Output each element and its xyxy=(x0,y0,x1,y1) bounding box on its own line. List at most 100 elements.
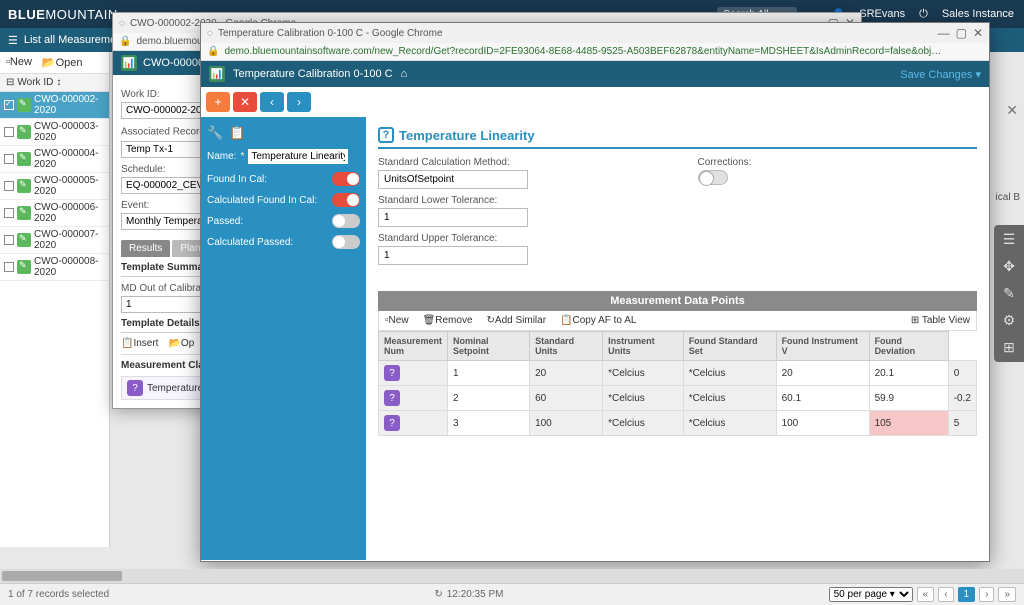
prev-page-button[interactable]: ‹ xyxy=(938,587,953,602)
close-icon[interactable]: ✕ xyxy=(973,26,983,40)
found-label: Found In Cal: xyxy=(207,174,332,185)
last-page-button[interactable]: » xyxy=(998,587,1016,602)
workid-header[interactable]: Work ID xyxy=(17,77,53,88)
col-su[interactable]: Standard Units xyxy=(530,332,603,361)
question-icon[interactable]: ? xyxy=(384,365,400,381)
question-icon[interactable]: ? xyxy=(384,390,400,406)
next-page-button[interactable]: › xyxy=(979,587,994,602)
table-row[interactable]: ? 3 100 *Celcius *Celcius 100 105 5 xyxy=(379,411,977,436)
dp-similar-button[interactable]: ↻Add Similar xyxy=(487,315,547,326)
corrections-toggle[interactable] xyxy=(698,170,728,185)
dp-tableview-button[interactable]: ⊞ Table View xyxy=(911,315,970,326)
col-iu[interactable]: Instrument Units xyxy=(603,332,684,361)
insert-button[interactable]: 📋Insert xyxy=(121,338,158,349)
checkbox[interactable] xyxy=(4,235,14,245)
work-item[interactable]: CWO-000005-2020 xyxy=(0,173,109,200)
horizontal-scrollbar[interactable] xyxy=(0,569,1024,583)
instance-name[interactable]: Sales Instance xyxy=(942,8,1014,20)
col-nom[interactable]: Nominal Setpoint xyxy=(448,332,530,361)
std-method-label: Standard Calculation Method: xyxy=(378,157,658,168)
md-field[interactable] xyxy=(121,296,206,313)
name-input[interactable] xyxy=(248,149,348,164)
col-num[interactable]: Measurement Num xyxy=(379,332,448,361)
app-icon: 📊 xyxy=(209,66,225,82)
url-text: demo.bluemountainsoftware.com/new_Record… xyxy=(224,46,944,57)
add-button[interactable]: + xyxy=(206,92,230,112)
passed-label: Passed: xyxy=(207,216,332,227)
prev-button[interactable]: ‹ xyxy=(260,92,284,112)
lower-label: Standard Lower Tolerance: xyxy=(378,195,658,206)
edit-icon xyxy=(17,179,31,193)
calc-passed-toggle[interactable] xyxy=(332,235,360,249)
assoc-field[interactable] xyxy=(121,141,206,158)
temperature-item[interactable]: ? Temperature xyxy=(121,376,211,400)
grid-icon[interactable]: ⊞ xyxy=(1003,339,1015,356)
event-field[interactable] xyxy=(121,213,206,230)
checkbox[interactable] xyxy=(4,181,14,191)
settings-icon[interactable]: ⚙ xyxy=(1003,312,1016,329)
refresh-icon[interactable]: ↻ xyxy=(434,589,442,600)
dp-copy-button[interactable]: 📋Copy AF to AL xyxy=(560,315,636,326)
dp-remove-button[interactable]: 🗑Remove xyxy=(423,315,473,326)
schedule-field[interactable] xyxy=(121,177,206,194)
page-number[interactable]: 1 xyxy=(958,587,976,602)
table-row[interactable]: ? 1 20 *Celcius *Celcius 20 20.1 0 xyxy=(379,361,977,386)
checkbox[interactable] xyxy=(4,262,14,272)
work-item[interactable]: CWO-000003-2020 xyxy=(0,119,109,146)
new-button[interactable]: ▫New xyxy=(6,56,32,69)
open-button[interactable]: 📂Open xyxy=(42,56,83,69)
workid-field[interactable] xyxy=(121,102,206,119)
delete-button[interactable]: ✕ xyxy=(233,92,257,112)
open-button2[interactable]: 📂Op xyxy=(168,338,194,349)
app-icon: 📊 xyxy=(121,55,137,71)
question-icon[interactable]: ? xyxy=(384,415,400,431)
edit-icon xyxy=(17,152,31,166)
name-label: Name: xyxy=(207,151,236,162)
work-item[interactable]: CWO-000006-2020 xyxy=(0,200,109,227)
found-toggle[interactable] xyxy=(332,172,360,186)
work-item[interactable]: CWO-000002-2020 xyxy=(0,92,109,119)
col-fd[interactable]: Found Deviation xyxy=(869,332,948,361)
col-fss[interactable]: Found Standard Set xyxy=(683,332,776,361)
next-button[interactable]: › xyxy=(287,92,311,112)
datapoints-header: Measurement Data Points xyxy=(378,291,977,311)
maximize-icon[interactable]: ▢ xyxy=(956,26,967,40)
partial-text: ical B xyxy=(996,192,1020,203)
tab-results[interactable]: Results xyxy=(121,240,170,257)
table-row[interactable]: ? 2 60 *Celcius *Celcius 60.1 59.9 -0.2 xyxy=(379,386,977,411)
wrench-icon[interactable]: 🔧 xyxy=(207,125,223,141)
move-icon[interactable]: ✥ xyxy=(1003,258,1015,275)
work-item[interactable]: CWO-000004-2020 xyxy=(0,146,109,173)
power-icon: ⏻ xyxy=(919,8,928,21)
sort-icon[interactable]: ↕ xyxy=(56,77,61,88)
col-fiv[interactable]: Found Instrument V xyxy=(776,332,869,361)
checkbox[interactable] xyxy=(4,127,14,137)
work-item[interactable]: CWO-000008-2020 xyxy=(0,254,109,281)
question-icon: ? xyxy=(127,380,143,396)
edit-icon[interactable]: ✎ xyxy=(1003,285,1015,302)
copy-icon[interactable]: 📋 xyxy=(229,125,245,141)
collapse-icon[interactable]: ⊟ xyxy=(6,77,14,88)
question-icon[interactable]: ? xyxy=(378,127,394,143)
app-title: Temperature Calibration 0-100 C xyxy=(233,68,393,80)
first-page-button[interactable]: « xyxy=(917,587,935,602)
lock-icon: 🔒 xyxy=(119,36,131,47)
user-name[interactable]: SREvans xyxy=(859,8,905,20)
home-icon[interactable]: ⌂ xyxy=(401,68,408,80)
checkbox[interactable] xyxy=(4,100,14,110)
lower-field[interactable] xyxy=(378,208,528,227)
calc-found-toggle[interactable] xyxy=(332,193,360,207)
close-icon[interactable]: ✕ xyxy=(1006,102,1018,119)
upper-field[interactable] xyxy=(378,246,528,265)
work-item[interactable]: CWO-000007-2020 xyxy=(0,227,109,254)
std-method-field[interactable] xyxy=(378,170,528,189)
passed-toggle[interactable] xyxy=(332,214,360,228)
menu-icon[interactable]: ☰ xyxy=(8,34,18,47)
save-changes-button[interactable]: Save Changes ▾ xyxy=(900,68,981,81)
per-page-select[interactable]: 50 per page ▾ xyxy=(829,587,913,602)
menu-icon[interactable]: ☰ xyxy=(1003,231,1016,248)
dp-new-button[interactable]: ▫New xyxy=(385,315,409,326)
checkbox[interactable] xyxy=(4,208,14,218)
checkbox[interactable] xyxy=(4,154,14,164)
minimize-icon[interactable]: — xyxy=(938,26,950,40)
